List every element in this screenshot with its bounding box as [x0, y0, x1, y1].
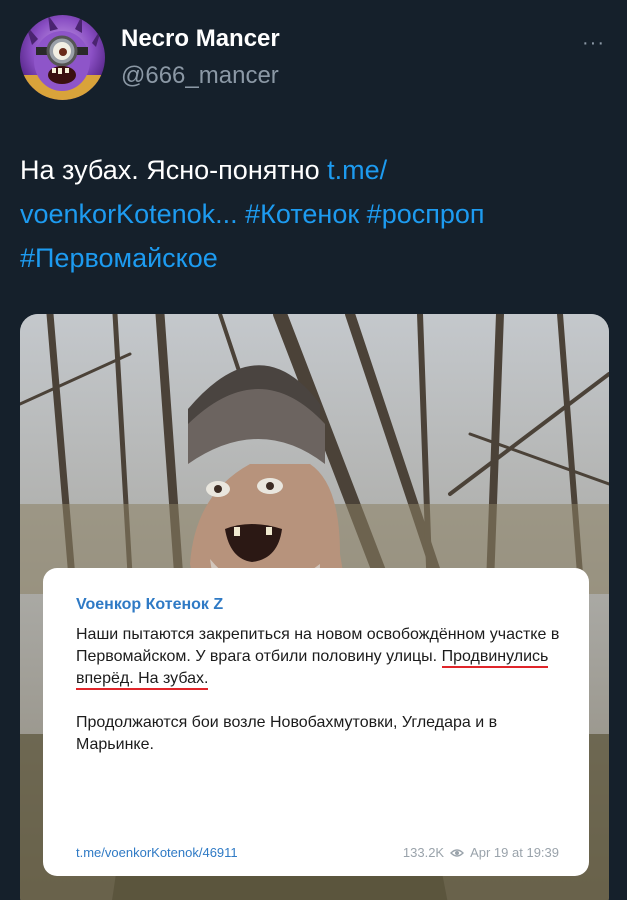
author-display-name[interactable]: Necro Mancer	[121, 25, 280, 53]
telegram-post-paragraph: Наши пытаются закрепиться на новом освоб…	[76, 624, 573, 690]
post-date: Apr 19 at 19:39	[470, 845, 559, 860]
author-handle[interactable]: @666_mancer	[121, 62, 279, 90]
author-avatar[interactable]	[20, 15, 105, 100]
view-count: 133.2K	[402, 845, 445, 860]
telegram-channel-name[interactable]: Voенкор Котенок Z	[76, 596, 573, 614]
telegram-post-card[interactable]: Voенкор Котенок Z Наши пытаются закрепит…	[43, 568, 589, 876]
minion-avatar-icon	[20, 15, 105, 100]
more-options-icon[interactable]: ···	[582, 32, 605, 55]
tweet-text: На зубах. Ясно-понятно t.me/ voenkorKote…	[20, 148, 610, 280]
tweet-text-body: На зубах. Ясно-понятно	[20, 155, 328, 185]
eye-icon	[450, 848, 465, 857]
telegram-post-paragraph-2: Продолжаются бои возле Новобахмутовки, У…	[76, 714, 498, 753]
hashtag-rosprop[interactable]: #роспроп	[367, 199, 485, 229]
telegram-post-footer: t.me/voenkorKotenok/46911 133.2K Apr 19 …	[76, 845, 559, 860]
telegram-post-meta: 133.2K Apr 19 at 19:39	[403, 845, 559, 860]
tweet-link-continued[interactable]: voenkorKotenok...	[20, 199, 238, 229]
hashtag-kotenok[interactable]: #Котенок	[245, 199, 359, 229]
tweet-link[interactable]: t.me/	[327, 155, 387, 185]
telegram-post-link[interactable]: t.me/voenkorKotenok/46911	[76, 845, 238, 860]
hashtag-pervomaiskoe[interactable]: #Первомайское	[20, 243, 218, 273]
